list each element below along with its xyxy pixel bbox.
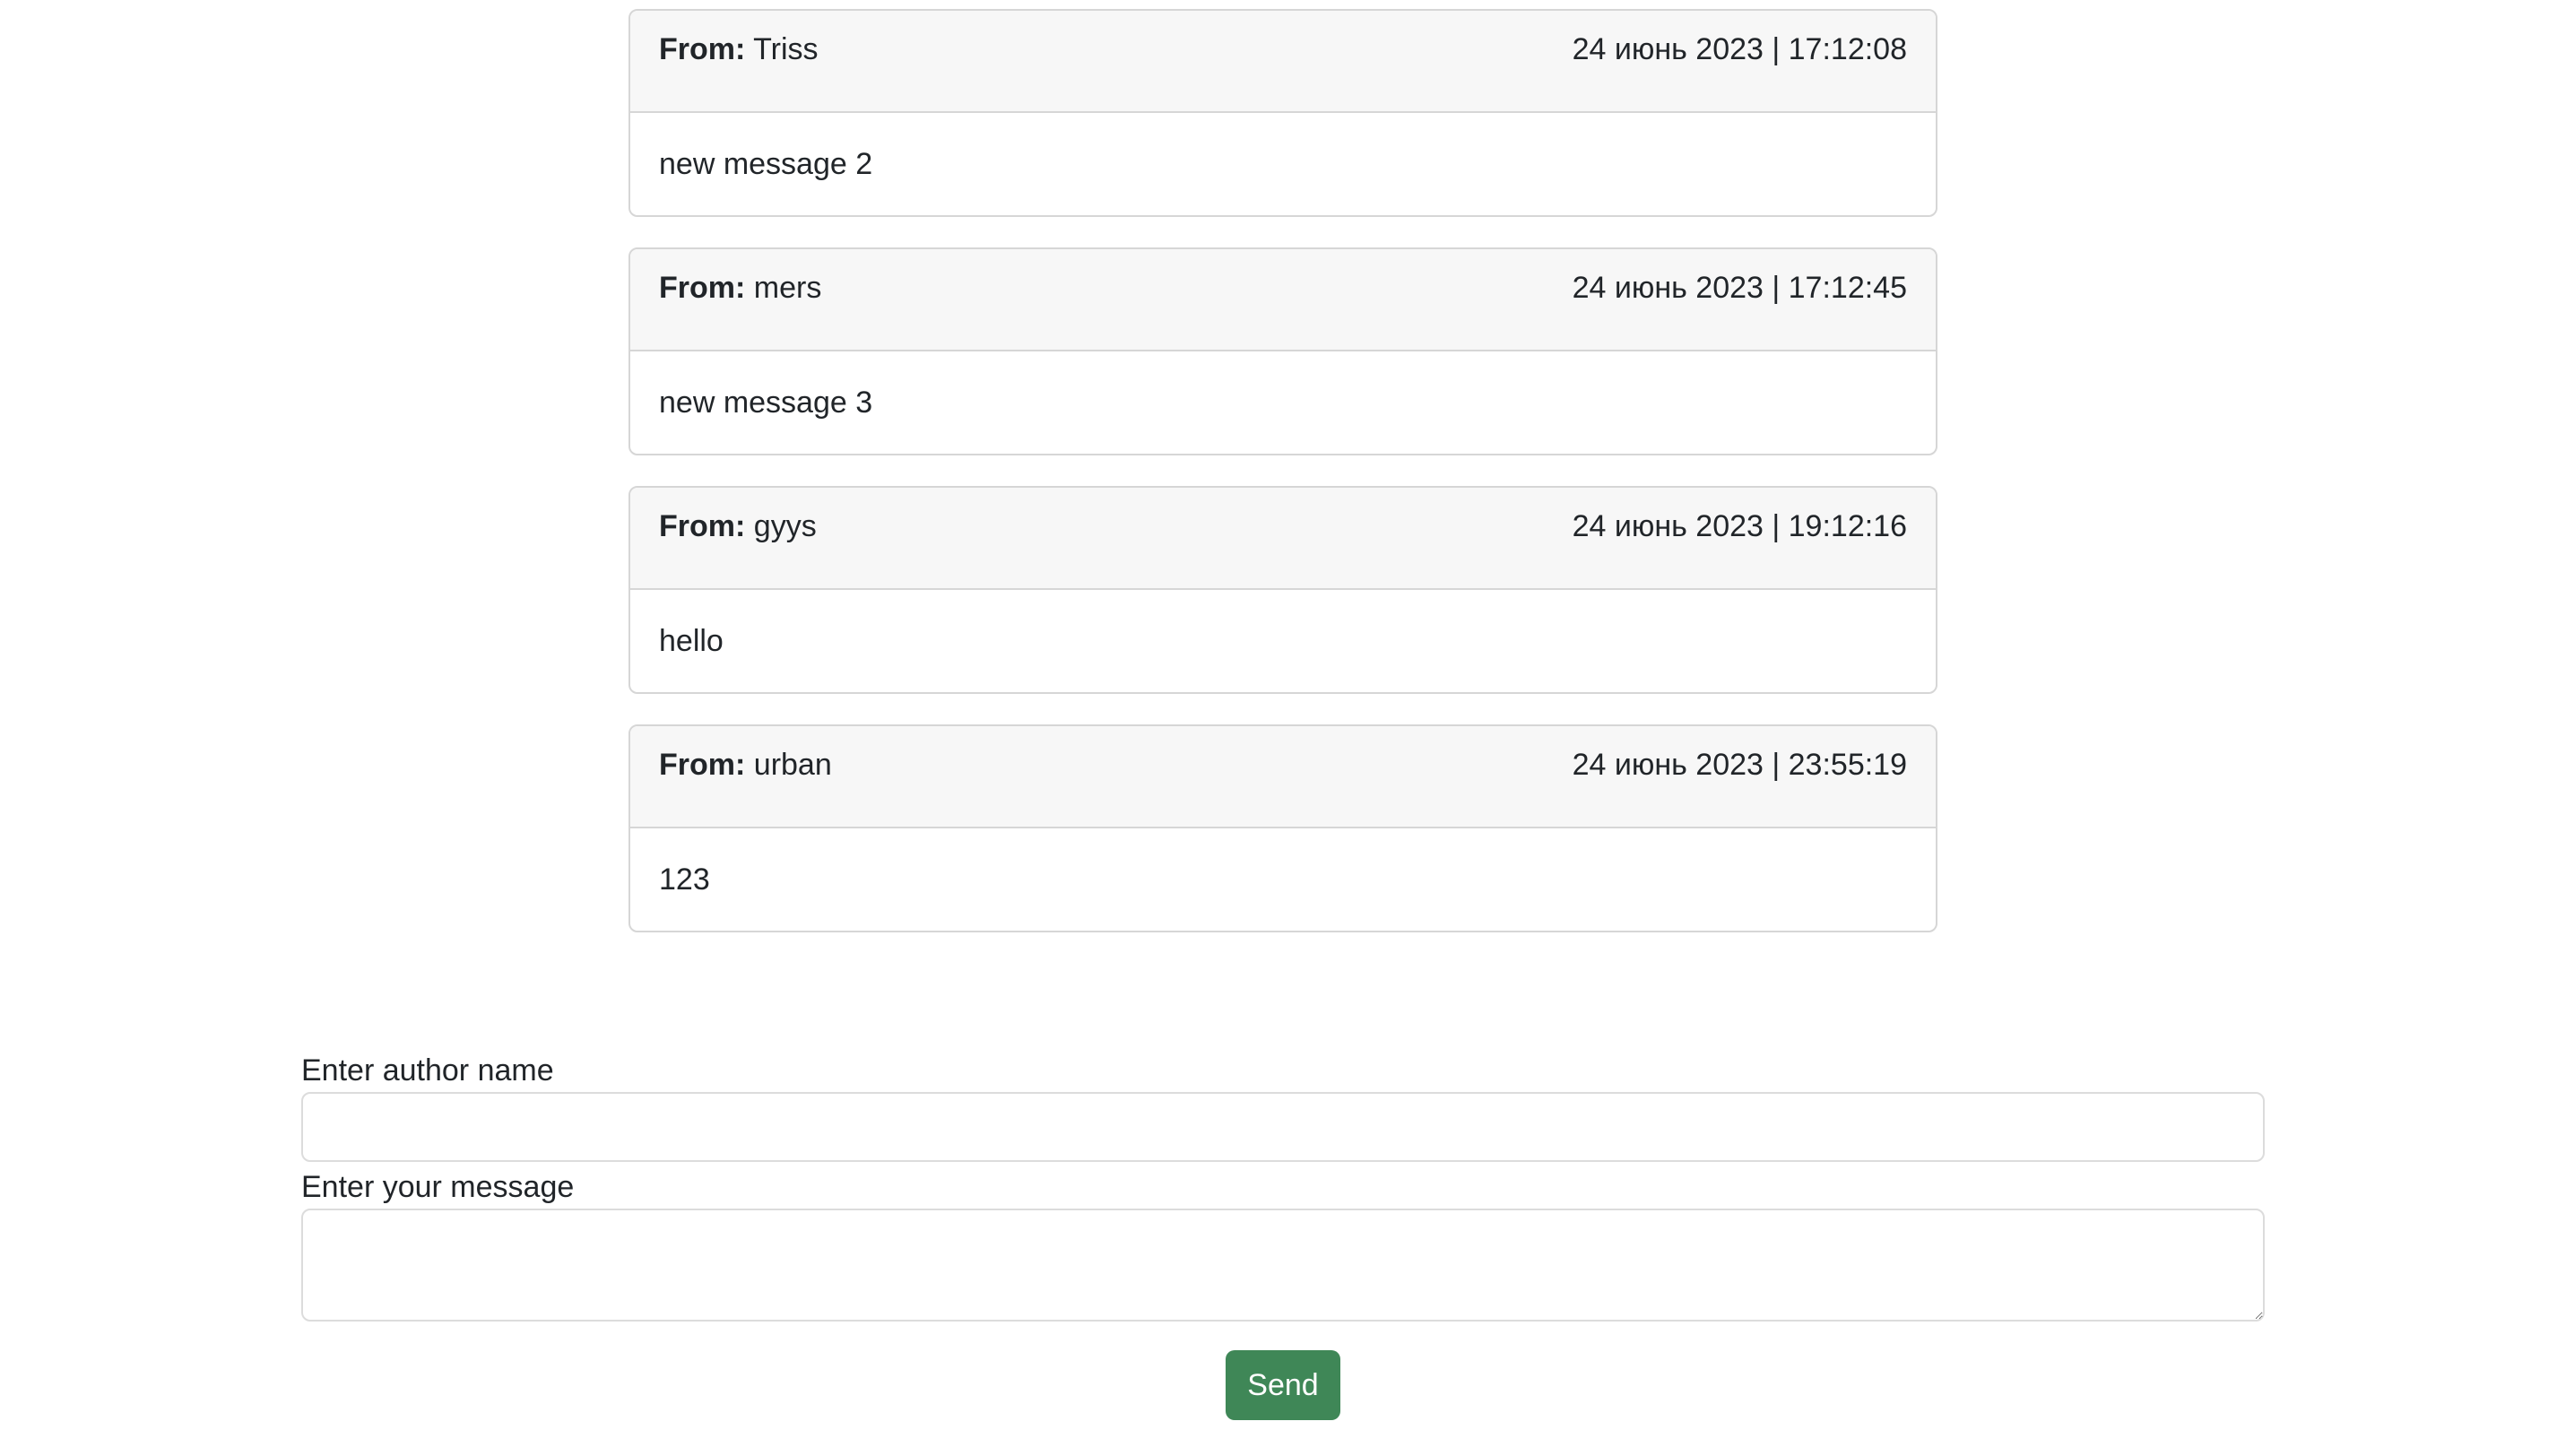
author-name: urban (753, 748, 832, 782)
message-body: new message 2 (630, 113, 1936, 215)
message-text: new message 2 (659, 146, 873, 181)
message-sender: From: Triss (659, 30, 819, 68)
message-label: Enter your message (301, 1170, 575, 1204)
from-label: From: (659, 271, 746, 305)
message-sender: From: gyys (659, 507, 817, 545)
message-timestamp: 24 июнь 2023 | 23:55:19 (1572, 748, 1907, 782)
message-timestamp: 24 июнь 2023 | 17:12:45 (1572, 271, 1907, 305)
author-name: gyys (753, 509, 817, 543)
message-card: From: mers 24 июнь 2023 | 17:12:45 new m… (628, 247, 1937, 455)
message-textarea[interactable] (301, 1209, 2265, 1322)
message-body: new message 3 (630, 351, 1936, 454)
author-name: Triss (753, 32, 819, 66)
message-body: 123 (630, 828, 1936, 931)
author-name-label: Enter author name (301, 1053, 554, 1088)
message-form: Enter author name Enter your message Sen… (301, 1049, 2265, 1420)
message-sender: From: urban (659, 746, 832, 784)
message-card: From: gyys 24 июнь 2023 | 19:12:16 hello (628, 486, 1937, 694)
author-name: mers (753, 271, 822, 305)
message-body: hello (630, 590, 1936, 692)
message-text: hello (659, 623, 724, 658)
message-header: From: gyys 24 июнь 2023 | 19:12:16 (630, 488, 1936, 590)
page: From: Triss 24 июнь 2023 | 17:12:08 new … (0, 0, 2557, 1456)
from-label: From: (659, 32, 746, 66)
message-sender: From: mers (659, 269, 821, 307)
author-name-input[interactable] (301, 1092, 2265, 1162)
message-header: From: urban 24 июнь 2023 | 23:55:19 (630, 726, 1936, 828)
message-list: From: Triss 24 июнь 2023 | 17:12:08 new … (628, 9, 1937, 963)
message-header: From: mers 24 июнь 2023 | 17:12:45 (630, 249, 1936, 351)
message-text: 123 (659, 862, 710, 897)
message-header: From: Triss 24 июнь 2023 | 17:12:08 (630, 11, 1936, 113)
message-card: From: urban 24 июнь 2023 | 23:55:19 123 (628, 724, 1937, 932)
message-card: From: Triss 24 июнь 2023 | 17:12:08 new … (628, 9, 1937, 217)
from-label: From: (659, 748, 746, 782)
form-actions: Send (301, 1350, 2265, 1420)
message-timestamp: 24 июнь 2023 | 17:12:08 (1572, 32, 1907, 66)
message-timestamp: 24 июнь 2023 | 19:12:16 (1572, 509, 1907, 543)
send-button[interactable]: Send (1226, 1350, 1340, 1420)
message-text: new message 3 (659, 385, 873, 420)
from-label: From: (659, 509, 746, 543)
